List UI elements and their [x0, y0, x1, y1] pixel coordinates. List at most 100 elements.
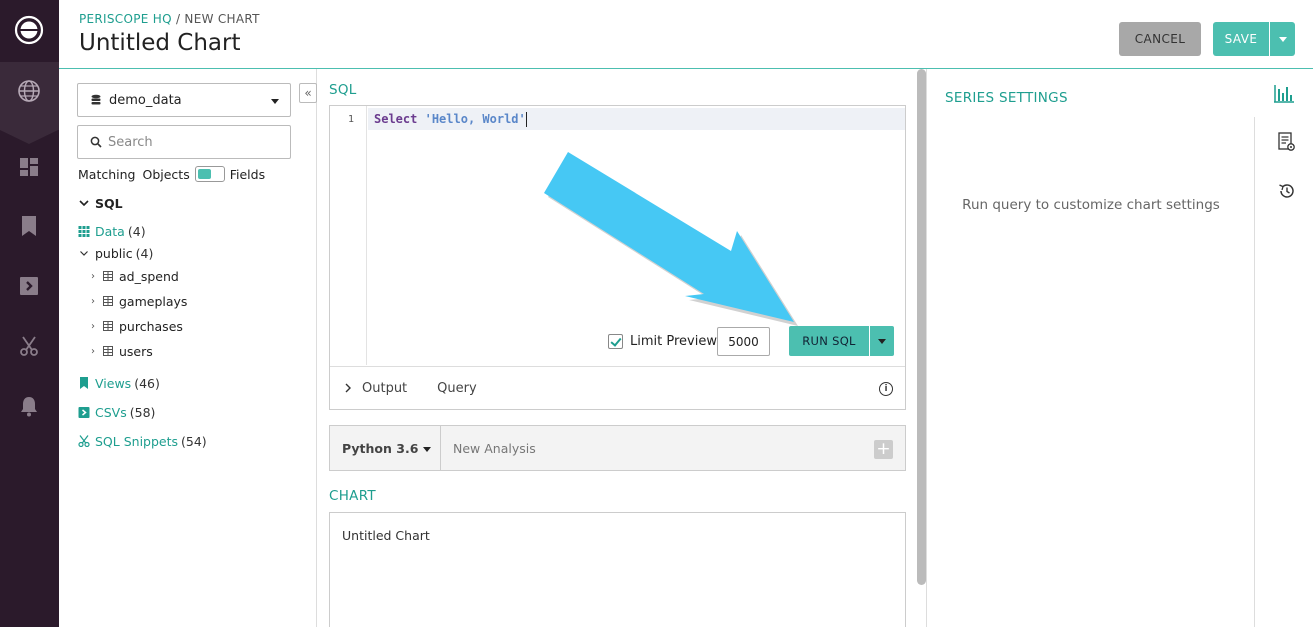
- chevron-right-icon: ›: [91, 270, 95, 282]
- editor-gutter: 1: [330, 106, 367, 365]
- table-row[interactable]: › ad_spend: [91, 266, 179, 286]
- bookmark-icon[interactable]: [17, 214, 41, 238]
- checkbox-checked-icon[interactable]: [608, 334, 623, 349]
- chevron-right-icon: ›: [91, 345, 95, 357]
- chevron-down-icon: [878, 338, 886, 344]
- tab-output[interactable]: Output: [362, 381, 407, 396]
- table-name: gameplays: [119, 293, 188, 309]
- tree-views-label: Views: [95, 375, 132, 391]
- breadcrumb-separator: /: [171, 12, 185, 26]
- python-version-select[interactable]: Python 3.6: [330, 426, 441, 470]
- search-icon: [90, 136, 102, 148]
- run-sql-options-button[interactable]: [870, 326, 894, 356]
- search-placeholder: Search: [108, 134, 153, 150]
- snippets-icon[interactable]: [17, 334, 41, 358]
- database-icon: [91, 94, 101, 105]
- database-select[interactable]: demo_data: [77, 83, 291, 117]
- add-analysis-button[interactable]: +: [874, 440, 893, 459]
- history-icon[interactable]: [1278, 182, 1296, 200]
- chevron-down-icon: [80, 251, 88, 256]
- chevron-down-icon: [271, 99, 279, 104]
- code-line[interactable]: Select 'Hello, World': [374, 112, 527, 127]
- chevron-right-icon[interactable]: [344, 383, 352, 393]
- globe-icon[interactable]: [17, 79, 41, 103]
- new-analysis-label[interactable]: New Analysis: [453, 441, 536, 456]
- tree-public-label: public: [95, 245, 133, 261]
- logo-icon[interactable]: [14, 15, 44, 45]
- results-bar: Output Query i: [330, 366, 905, 409]
- tree-snippets-label: SQL Snippets: [95, 433, 179, 449]
- info-icon[interactable]: i: [879, 382, 893, 396]
- tree-sql-label: SQL: [95, 195, 123, 211]
- tree-csvs-count: (58): [129, 404, 156, 420]
- breadcrumb: PERISCOPE HQ / NEW CHART: [79, 12, 260, 26]
- python-analysis-bar: Python 3.6 New Analysis +: [329, 425, 906, 471]
- table-row[interactable]: › purchases: [91, 316, 183, 336]
- cancel-button[interactable]: CANCEL: [1119, 22, 1201, 56]
- text-cursor: [525, 112, 527, 127]
- tree-data-count: (4): [127, 223, 146, 239]
- tree-data-label: Data: [95, 223, 125, 239]
- limit-preview-checkbox[interactable]: Limit Preview: [608, 334, 717, 349]
- objects-label[interactable]: Objects: [142, 167, 189, 182]
- table-icon: [103, 321, 113, 331]
- table-icon: [103, 296, 113, 306]
- page-title[interactable]: Untitled Chart: [79, 30, 241, 56]
- csv-icon[interactable]: [17, 274, 41, 298]
- tree-data[interactable]: Data (4): [77, 221, 146, 241]
- csv-icon: [78, 406, 90, 418]
- center-scrollbar[interactable]: [917, 69, 926, 585]
- tree-public-count: (4): [135, 245, 154, 261]
- run-sql-button[interactable]: RUN SQL: [789, 326, 869, 356]
- chart-name: Untitled Chart: [342, 528, 430, 543]
- bar-chart-icon[interactable]: [1273, 83, 1295, 103]
- snippets-icon: [78, 435, 90, 447]
- table-name: purchases: [119, 318, 183, 334]
- save-button[interactable]: SAVE: [1213, 22, 1269, 56]
- chart-section-label: CHART: [329, 488, 376, 504]
- python-version: Python 3.6: [342, 440, 419, 456]
- code-keyword: Select: [374, 112, 418, 126]
- tree-csvs[interactable]: CSVs (58): [77, 402, 155, 422]
- table-row[interactable]: › users: [91, 341, 153, 361]
- chevron-right-icon: ›: [91, 295, 95, 307]
- sql-editor[interactable]: 1 Select 'Hello, World' Limit Preview 50…: [329, 105, 906, 410]
- database-name: demo_data: [109, 92, 182, 108]
- collapse-panel-button[interactable]: «: [299, 83, 317, 103]
- bell-icon[interactable]: [17, 394, 41, 418]
- series-settings-title: SERIES SETTINGS: [945, 90, 1068, 106]
- schema-search-input[interactable]: Search: [77, 125, 291, 159]
- bookmark-icon: [80, 377, 88, 389]
- table-name: ad_spend: [119, 268, 179, 284]
- sql-section-label: SQL: [329, 82, 357, 98]
- objects-fields-toggle[interactable]: [194, 166, 225, 182]
- tree-sql[interactable]: SQL: [77, 193, 123, 213]
- page-header: PERISCOPE HQ / NEW CHART Untitled Chart …: [59, 0, 1313, 69]
- tree-public[interactable]: public (4): [77, 243, 153, 263]
- fields-label[interactable]: Fields: [230, 167, 265, 182]
- breadcrumb-link[interactable]: PERISCOPE HQ: [79, 12, 172, 26]
- breadcrumb-current: NEW CHART: [184, 12, 260, 26]
- dashboard-icon[interactable]: [17, 155, 41, 179]
- table-name: users: [119, 343, 153, 359]
- line-number: 1: [348, 114, 355, 125]
- code-string: 'Hello, World': [424, 112, 526, 126]
- settings-icon-column: [1254, 117, 1313, 627]
- chevron-down-icon: [1278, 36, 1287, 42]
- tab-query[interactable]: Query: [437, 381, 477, 396]
- chevron-down-icon: [79, 200, 89, 207]
- schema-browser: demo_data « Search Matching Objects Fiel…: [59, 69, 317, 627]
- chart-preview: Untitled Chart: [329, 512, 906, 627]
- tree-views-count: (46): [134, 375, 160, 391]
- table-icon: [103, 346, 113, 356]
- tree-views[interactable]: Views (46): [77, 373, 160, 393]
- left-nav-rail: [0, 0, 59, 627]
- tree-snippets[interactable]: SQL Snippets (54): [77, 431, 207, 451]
- chart-settings-icon[interactable]: [1278, 132, 1296, 152]
- panel-divider: [926, 69, 927, 627]
- limit-preview-input[interactable]: 5000: [717, 327, 770, 356]
- save-options-button[interactable]: [1270, 22, 1295, 56]
- table-row[interactable]: › gameplays: [91, 291, 187, 311]
- table-icon: [103, 271, 113, 281]
- matching-toggle-group: Matching Objects Fields: [78, 166, 265, 182]
